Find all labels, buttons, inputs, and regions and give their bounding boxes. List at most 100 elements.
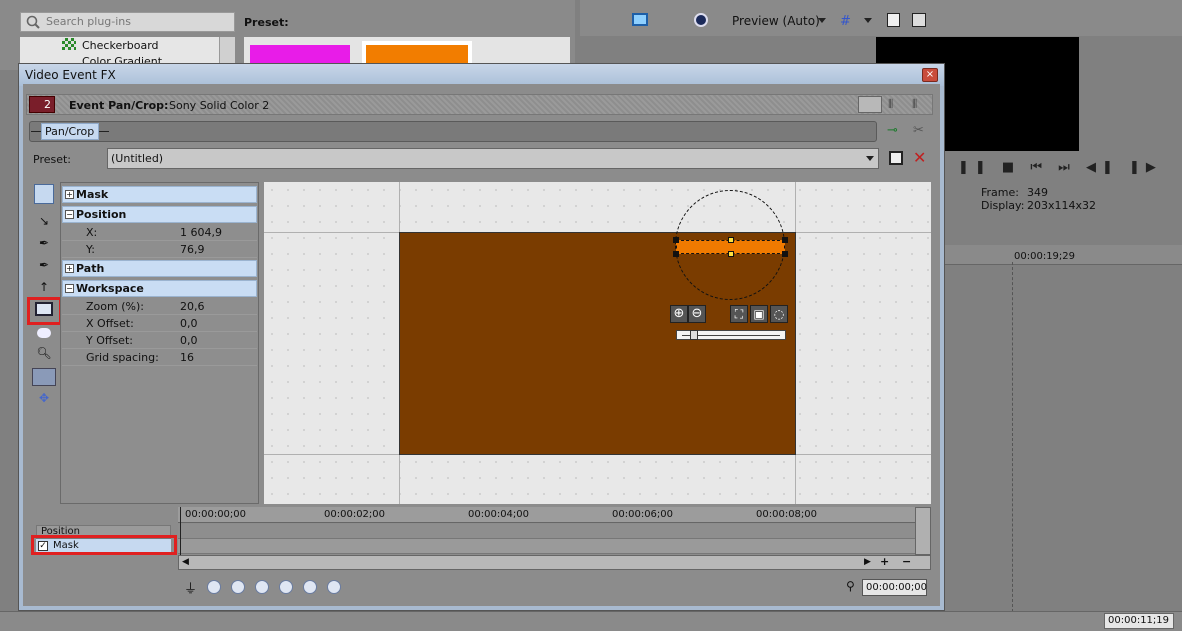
normal-edit-tool-icon[interactable] [34, 184, 54, 204]
fit-frame-button[interactable]: ⛶ [730, 305, 748, 323]
chevron-down-icon[interactable] [864, 18, 872, 23]
tick-label-4: 00:00:08;00 [756, 509, 818, 520]
keyframe-track-row-position[interactable] [178, 524, 915, 539]
fit-selection-button[interactable]: ▣ [750, 305, 768, 323]
handle-bottom-mid[interactable] [728, 251, 734, 257]
mask-section-label: Mask [76, 188, 109, 201]
preview-label[interactable]: Preview (Auto) [732, 14, 820, 28]
plugin-scrollbar[interactable] [219, 37, 235, 65]
mask-enable-checkbox[interactable]: ✓ [38, 541, 48, 551]
x-label: X: [86, 226, 98, 239]
fx-count-badge[interactable]: 2 [29, 96, 55, 113]
monitor-icon[interactable] [632, 13, 648, 26]
chevron-down-icon[interactable] [866, 156, 874, 161]
mask-section-header[interactable]: + Mask [62, 186, 257, 203]
y-offset-value[interactable]: 0,0 [180, 332, 198, 349]
cursor-time-display[interactable]: 00:00:00;00 [862, 579, 927, 596]
keyframe-track-row-mask[interactable] [178, 539, 915, 554]
chevron-down-icon[interactable] [818, 18, 826, 23]
timeline-v-scrollbar[interactable] [915, 507, 931, 555]
bg-timecode: 00:00:19;29 [1014, 251, 1076, 262]
prev-keyframe-button[interactable] [231, 580, 245, 594]
add-keyframe-button[interactable] [303, 580, 317, 594]
last-keyframe-button[interactable] [279, 580, 293, 594]
layout-double-icon[interactable]: ⦀ [888, 96, 906, 113]
zoom-value[interactable]: 20,6 [180, 298, 205, 315]
fit-circle-button[interactable]: ◌ [770, 305, 788, 323]
frame-label: Frame: [981, 186, 1019, 199]
snap-grid-icon[interactable] [32, 368, 56, 386]
collapse-icon[interactable]: − [65, 284, 74, 293]
preset-dropdown[interactable]: (Untitled) [107, 148, 879, 169]
timeline-h-scrollbar[interactable] [178, 555, 931, 570]
preview-toolbar [580, 0, 1182, 36]
event-name: Sony Solid Color 2 [169, 99, 270, 112]
handle-top-left[interactable] [673, 237, 679, 243]
save-frame-icon[interactable] [912, 13, 926, 27]
y-row[interactable]: Y: 76,9 [62, 241, 257, 258]
pen-tool-icon[interactable]: ✒ [34, 236, 54, 256]
workspace-section-header[interactable]: − Workspace [62, 280, 257, 297]
zoom-slider-thumb[interactable] [690, 330, 698, 340]
zoom-out-button[interactable]: ⊖ [688, 305, 706, 323]
zoom-out-timeline-icon[interactable]: − [902, 555, 911, 568]
ellipse-tool-icon[interactable] [37, 328, 51, 338]
layout-triple-icon[interactable]: ⦀ [912, 96, 930, 113]
layout-single-icon[interactable] [858, 96, 882, 113]
fx-chain-item-pan-crop[interactable]: Pan/Crop [41, 123, 99, 140]
display-value: 203x114x32 [1027, 199, 1097, 212]
x-offset-row[interactable]: X Offset: 0,0 [62, 315, 257, 332]
scroll-right-icon[interactable]: ▶ [864, 557, 871, 567]
remove-plugin-icon[interactable]: ✂ [913, 123, 931, 139]
x-value[interactable]: 1 604,9 [180, 224, 222, 241]
pan-crop-workspace[interactable]: ⊕ ⊖ ⛶ ▣ ◌ [264, 182, 931, 504]
x-offset-label: X Offset: [86, 317, 134, 330]
copy-frame-icon[interactable] [887, 13, 900, 27]
zoom-tool-icon[interactable]: 🔍︎ [34, 346, 54, 366]
delete-keyframe-button[interactable] [327, 580, 341, 594]
x-row[interactable]: X: 1 604,9 [62, 224, 257, 241]
zoom-in-button[interactable]: ⊕ [670, 305, 688, 323]
zoom-in-timeline-icon[interactable]: + [880, 555, 889, 568]
y-offset-label: Y Offset: [86, 334, 133, 347]
add-point-tool-icon[interactable]: ✒ [34, 258, 54, 278]
plugin-item-checkerboard[interactable]: Checkerboard [82, 39, 159, 52]
handle-bottom-left[interactable] [673, 251, 679, 257]
zoom-row[interactable]: Zoom (%): 20,6 [62, 298, 257, 315]
tick-label-1: 00:00:02;00 [324, 509, 386, 520]
y-offset-row[interactable]: Y Offset: 0,0 [62, 332, 257, 349]
next-keyframe-button[interactable] [255, 580, 269, 594]
plugin-search-input[interactable]: Search plug-ins [20, 12, 235, 32]
x-offset-value[interactable]: 0,0 [180, 315, 198, 332]
scroll-left-icon[interactable]: ◀ [182, 557, 189, 567]
expand-icon[interactable]: + [65, 264, 74, 273]
bottom-transport-bar [0, 611, 1182, 631]
transport-controls[interactable]: ❚❚ ■ ⏮ ⏭ ◀❚ ❚▶ [958, 160, 1162, 175]
position-section-header[interactable]: − Position [62, 206, 257, 223]
first-keyframe-button[interactable] [207, 580, 221, 594]
y-value[interactable]: 76,9 [180, 241, 205, 258]
delete-preset-icon[interactable]: ✕ [913, 148, 926, 167]
handle-bottom-right[interactable] [782, 251, 788, 257]
grid-icon[interactable]: # [840, 14, 851, 29]
close-button[interactable]: × [922, 68, 938, 82]
anchor-tool-icon[interactable]: ↘ [34, 214, 54, 234]
collapse-icon[interactable]: − [65, 210, 74, 219]
overlay-icon[interactable] [694, 13, 708, 27]
handle-top-mid[interactable] [728, 237, 734, 243]
save-preset-icon[interactable] [889, 151, 903, 165]
cursor-time-icon: ⚲ [846, 579, 855, 593]
track-mask[interactable]: Mask [36, 539, 171, 552]
fx-count: 2 [44, 98, 51, 111]
handle-top-right[interactable] [782, 237, 788, 243]
move-free-icon[interactable]: ✥ [34, 391, 54, 411]
plugin-chain-icon[interactable]: ⊸ [887, 123, 905, 139]
playhead-cursor[interactable] [180, 507, 181, 555]
path-section-header[interactable]: + Path [62, 260, 257, 277]
grid-spacing-row[interactable]: Grid spacing: 16 [62, 349, 257, 366]
sync-cursor-icon[interactable]: ⏚ [184, 578, 197, 597]
grid-spacing-value[interactable]: 16 [180, 349, 194, 366]
rectangle-tool-icon[interactable] [35, 302, 53, 316]
bottom-timecode[interactable]: 00:00:11;19 [1104, 613, 1174, 629]
expand-icon[interactable]: + [65, 190, 74, 199]
